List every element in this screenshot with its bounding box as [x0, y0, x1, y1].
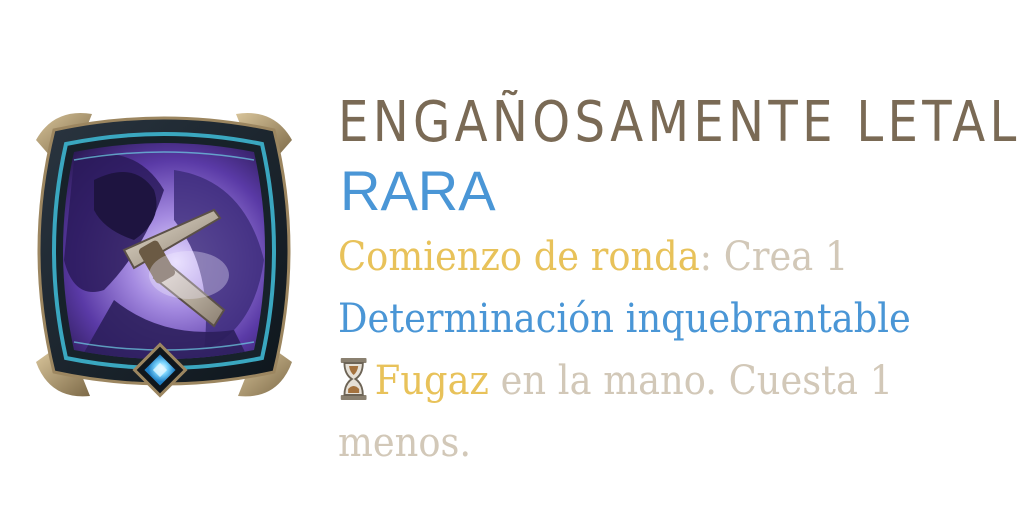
keyword-round-start: Comienzo de ronda: [338, 234, 700, 280]
card-rarity: RARA: [340, 159, 496, 222]
card-title: ENGAÑOSAMENTE LETAL: [338, 90, 1021, 155]
card-description: Comienzo de ronda: Crea 1 Determinación …: [338, 226, 1010, 474]
keyword-fleeting: Fugaz: [374, 358, 489, 404]
card-art-icon: [14, 100, 314, 410]
desc-text-3: menos.: [338, 420, 472, 466]
dagger-artwork-icon: [36, 113, 292, 398]
desc-text-2: en la mano. Cuesta 1: [488, 358, 894, 404]
hourglass-icon: [338, 356, 369, 402]
desc-text-1: Crea 1: [712, 234, 849, 280]
card-info: ENGAÑOSAMENTE LETAL RARA Comienzo de ron…: [338, 86, 1018, 474]
desc-colon: :: [699, 234, 713, 280]
keyword-card-link: Determinación inquebrantable: [338, 296, 911, 342]
